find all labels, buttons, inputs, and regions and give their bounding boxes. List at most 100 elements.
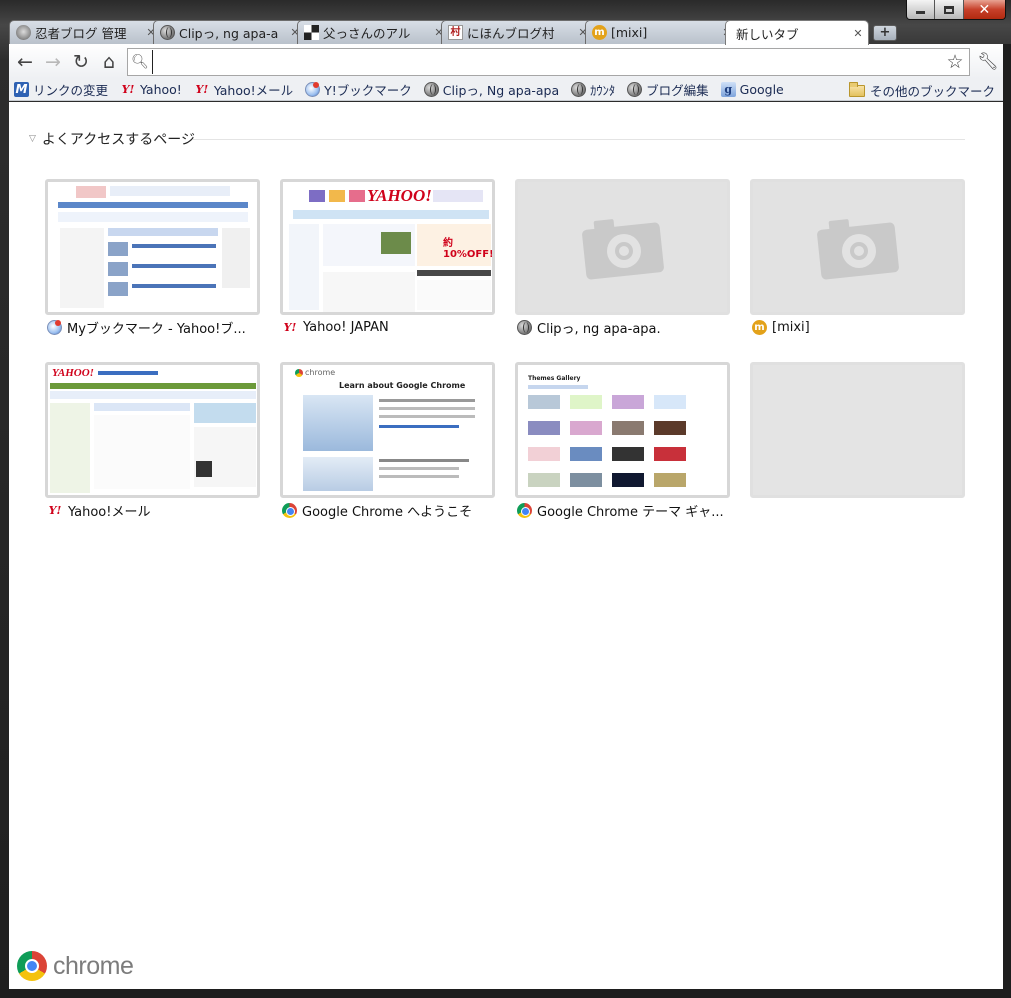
thumbnail-chrome-welcome[interactable]: chrome Learn about Google Chrome Google … bbox=[280, 362, 495, 519]
thumbnail-label: Myブックマーク - Yahoo!ブ... bbox=[45, 318, 260, 336]
bookmark-label: ブログ編集 bbox=[646, 83, 709, 98]
thumbnail-yahoo-japan[interactable]: YAHOO! 約10%OFF! Y! Yahoo! JAPAN bbox=[280, 179, 495, 336]
forward-button[interactable]: → bbox=[39, 48, 67, 76]
wrench-menu-button[interactable]: 🔧︎ bbox=[975, 48, 1001, 76]
page-thumbnail[interactable] bbox=[45, 179, 260, 315]
thumbnail-yahoo-mail[interactable]: YAHOO! Y! Yahoo!メール bbox=[45, 362, 260, 519]
themes-title: Themes Gallery bbox=[528, 375, 581, 382]
reload-button[interactable]: ↻ bbox=[67, 48, 95, 76]
window-controls: ✕ bbox=[906, 0, 1006, 20]
chrome-icon bbox=[517, 502, 532, 518]
tab-clip[interactable]: Clipっ, ng apa-a ✕ bbox=[153, 20, 306, 44]
tab-mixi[interactable]: m [mixi] ✕ bbox=[585, 20, 738, 44]
tab-strip: 忍者ブログ 管理 ✕ Clipっ, ng apa-a ✕ 父っさんのアル ✕ 村… bbox=[9, 20, 1004, 45]
most-visited-header[interactable]: ▽ よくアクセスするページ bbox=[29, 129, 195, 149]
tab-title: Clipっ, ng apa-a bbox=[179, 26, 279, 41]
page-thumbnail[interactable] bbox=[515, 179, 730, 315]
thumbnail-ybookmark[interactable]: Myブックマーク - Yahoo!ブ... bbox=[45, 179, 260, 336]
home-icon: ⌂ bbox=[102, 50, 116, 73]
empty-thumbnail bbox=[750, 362, 965, 498]
window-bottom-border bbox=[0, 989, 1011, 998]
thumbnail-label: m [mixi] bbox=[750, 318, 965, 336]
tab-close-icon[interactable]: ✕ bbox=[852, 27, 864, 40]
tab-new-tab[interactable]: 新しいタブ ✕ bbox=[725, 20, 869, 45]
tab-title: 忍者ブログ 管理 bbox=[35, 26, 127, 41]
page-thumbnail[interactable]: YAHOO! 約10%OFF! bbox=[280, 179, 495, 315]
thumbnail-chrome-themes[interactable]: Themes Gallery Google Chrome テーマ ギャ... bbox=[515, 362, 730, 519]
omnibox[interactable]: 🔍︎ ☆ bbox=[127, 48, 970, 76]
new-tab-page: ▽ よくアクセスするページ Myブックマーク - Yahoo!ブ... YAHO… bbox=[9, 102, 1003, 989]
other-bookmarks-folder[interactable]: その他のブックマーク bbox=[848, 81, 995, 100]
globe-icon bbox=[517, 319, 532, 335]
chrome-welcome-preview: chrome Learn about Google Chrome bbox=[283, 365, 492, 495]
ybookmark-preview bbox=[48, 182, 257, 312]
checker-icon bbox=[304, 25, 319, 40]
page-thumbnail[interactable]: Themes Gallery bbox=[515, 362, 730, 498]
thumbnail-mixi[interactable]: m [mixi] bbox=[750, 179, 965, 336]
camera-placeholder-icon bbox=[816, 216, 903, 280]
globe-icon bbox=[423, 82, 439, 97]
wrench-icon: 🔧︎ bbox=[977, 52, 999, 72]
page-thumbnail[interactable]: chrome Learn about Google Chrome bbox=[280, 362, 495, 498]
minimize-button[interactable] bbox=[907, 0, 936, 19]
close-icon: ✕ bbox=[978, 1, 991, 18]
tab-nihon-blog-mura[interactable]: 村 にほんブログ村 ✕ bbox=[441, 20, 594, 44]
bookmark-label: リンクの変更 bbox=[33, 83, 109, 98]
section-divider bbox=[193, 139, 965, 140]
back-button[interactable]: ← bbox=[11, 48, 39, 76]
bookmark-counter[interactable]: ｶｳﾝﾀ bbox=[571, 80, 615, 99]
maximize-icon bbox=[944, 5, 955, 14]
tab-title: 新しいタブ bbox=[736, 26, 799, 42]
bookmark-label: Yahoo!メール bbox=[213, 83, 294, 98]
thumbnail-title: Myブックマーク - Yahoo!ブ... bbox=[67, 321, 246, 337]
welcome-headline: Learn about Google Chrome bbox=[339, 381, 466, 390]
bookmark-label: Y!ブックマーク bbox=[324, 83, 412, 98]
camera-placeholder-icon bbox=[581, 216, 668, 280]
tab-title: [mixi] bbox=[611, 25, 648, 40]
thumbnail-title: Yahoo! JAPAN bbox=[303, 319, 389, 335]
yahoo-icon: Y! bbox=[195, 83, 209, 96]
ybookmark-icon bbox=[47, 319, 62, 335]
tab-chichi[interactable]: 父っさんのアル ✕ bbox=[297, 20, 450, 44]
chrome-branding: chrome bbox=[17, 951, 134, 981]
page-thumbnail[interactable] bbox=[750, 179, 965, 315]
chrome-wordmark: chrome bbox=[53, 951, 134, 980]
thumbnail-label: Clipっ, ng apa-apa. bbox=[515, 318, 730, 336]
bookmark-label: ｶｳﾝﾀ bbox=[590, 83, 616, 98]
omnibox-input[interactable] bbox=[152, 50, 941, 74]
thumbnail-label: Google Chrome テーマ ギャ... bbox=[515, 501, 730, 519]
thumbnail-title: Yahoo!メール bbox=[68, 504, 151, 520]
yahoo-icon: Y! bbox=[283, 320, 297, 334]
section-title: よくアクセスするページ bbox=[41, 132, 195, 148]
bookmark-link-change[interactable]: M リンクの変更 bbox=[14, 80, 108, 99]
minimize-icon bbox=[916, 11, 926, 14]
toolbar: ← → ↻ ⌂ 🔍︎ ☆ 🔧︎ bbox=[9, 44, 1003, 79]
bookmarks-bar: M リンクの変更 Y! Yahoo! Y! Yahoo!メール Y!ブックマーク… bbox=[9, 79, 1003, 101]
thumbnail-title: [mixi] bbox=[772, 319, 810, 335]
bookmark-yahoo[interactable]: Y! Yahoo! bbox=[120, 82, 182, 97]
back-arrow-icon: ← bbox=[17, 50, 33, 73]
collapse-triangle-icon[interactable]: ▽ bbox=[29, 134, 36, 144]
new-tab-button[interactable]: + bbox=[873, 25, 897, 41]
bookmark-google[interactable]: g Google bbox=[720, 82, 784, 97]
tab-ninja-blog[interactable]: 忍者ブログ 管理 ✕ bbox=[9, 20, 162, 44]
search-icon: 🔍︎ bbox=[131, 54, 149, 70]
bookmark-blog-edit[interactable]: ブログ編集 bbox=[627, 80, 709, 99]
thumbnail-title: Google Chrome へようこそ bbox=[302, 504, 473, 520]
bookmark-y-bookmark[interactable]: Y!ブックマーク bbox=[305, 80, 412, 99]
mixi-icon: m bbox=[592, 25, 607, 40]
other-bookmarks-label: その他のブックマーク bbox=[869, 84, 995, 99]
yahoo-icon: Y! bbox=[121, 83, 135, 96]
close-button[interactable]: ✕ bbox=[963, 0, 1005, 19]
google-icon: g bbox=[720, 82, 736, 97]
bookmark-yahoo-mail[interactable]: Y! Yahoo!メール bbox=[194, 80, 293, 99]
yahoo-japan-preview: YAHOO! 約10%OFF! bbox=[283, 182, 492, 312]
forward-arrow-icon: → bbox=[45, 50, 61, 73]
thumbnail-clip[interactable]: Clipっ, ng apa-apa. bbox=[515, 179, 730, 336]
home-button[interactable]: ⌂ bbox=[95, 48, 123, 76]
bookmark-star-icon[interactable]: ☆ bbox=[941, 51, 969, 73]
maximize-button[interactable] bbox=[935, 0, 964, 19]
page-thumbnail[interactable]: YAHOO! bbox=[45, 362, 260, 498]
bookmark-clip[interactable]: Clipっ, Ng apa-apa bbox=[423, 80, 559, 99]
thumbnail-label: Y! Yahoo! JAPAN bbox=[280, 318, 495, 336]
